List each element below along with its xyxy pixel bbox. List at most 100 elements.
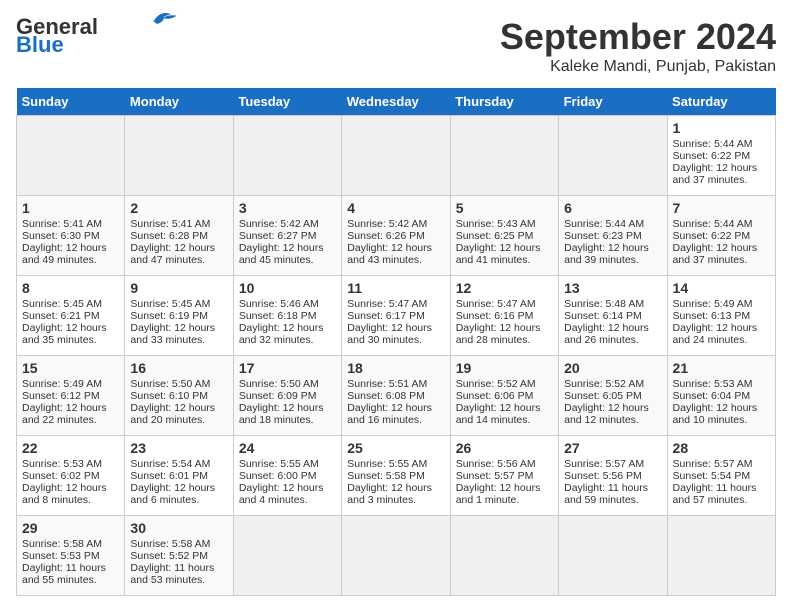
sunset: Sunset: 6:04 PM — [673, 390, 751, 402]
calendar-cell — [233, 116, 341, 196]
daylight: Daylight: 12 hours and 1 minute. — [456, 482, 541, 506]
sunrise: Sunrise: 5:55 AM — [239, 458, 319, 470]
day-number: 24 — [239, 440, 336, 456]
calendar-cell: 22Sunrise: 5:53 AMSunset: 6:02 PMDayligh… — [17, 436, 125, 516]
calendar-cell — [342, 516, 450, 596]
sunrise: Sunrise: 5:50 AM — [239, 378, 319, 390]
calendar-cell: 10Sunrise: 5:46 AMSunset: 6:18 PMDayligh… — [233, 276, 341, 356]
daylight: Daylight: 12 hours and 26 minutes. — [564, 322, 649, 346]
daylight: Daylight: 12 hours and 47 minutes. — [130, 242, 215, 266]
calendar-cell — [17, 116, 125, 196]
sunrise: Sunrise: 5:47 AM — [347, 298, 427, 310]
day-number: 17 — [239, 360, 336, 376]
calendar-cell: 5 Sunrise: 5:43 AMSunset: 6:25 PMDaylight… — [450, 196, 558, 276]
day-number: 12 — [456, 280, 553, 296]
sunrise: Sunrise: 5:41 AM — [22, 218, 102, 230]
day-number: 5 — [456, 200, 553, 216]
daylight: Daylight: 12 hours and 32 minutes. — [239, 322, 324, 346]
daylight: Daylight: 12 hours and 45 minutes. — [239, 242, 324, 266]
daylight: Daylight: 12 hours and 24 minutes. — [673, 322, 758, 346]
sunset: Sunset: 6:23 PM — [564, 230, 642, 242]
calendar-cell — [559, 516, 667, 596]
daylight: Daylight: 12 hours and 41 minutes. — [456, 242, 541, 266]
logo: General Blue — [16, 16, 178, 56]
calendar-cell — [125, 116, 233, 196]
calendar-cell: 7Sunrise: 5:44 AMSunset: 6:22 PMDaylight… — [667, 196, 775, 276]
col-header-tuesday: Tuesday — [233, 88, 341, 116]
sunrise: Sunrise: 5:45 AM — [22, 298, 102, 310]
week-row-6: 29Sunrise: 5:58 AMSunset: 5:53 PMDayligh… — [17, 516, 776, 596]
day-number: 3 — [239, 200, 336, 216]
col-header-monday: Monday — [125, 88, 233, 116]
sunset: Sunset: 5:58 PM — [347, 470, 425, 482]
day-number: 18 — [347, 360, 444, 376]
calendar-cell: 25Sunrise: 5:55 AMSunset: 5:58 PMDayligh… — [342, 436, 450, 516]
sunrise: Sunrise: 5:57 AM — [673, 458, 753, 470]
sunrise: Sunrise: 5:52 AM — [564, 378, 644, 390]
day-number: 9 — [130, 280, 227, 296]
daylight: Daylight: 11 hours and 55 minutes. — [22, 562, 106, 586]
day-number: 30 — [130, 520, 227, 536]
sunset: Sunset: 5:57 PM — [456, 470, 534, 482]
sunset: Sunset: 6:30 PM — [22, 230, 100, 242]
day-number: 16 — [130, 360, 227, 376]
header-row: SundayMondayTuesdayWednesdayThursdayFrid… — [17, 88, 776, 116]
sunrise: Sunrise: 5:47 AM — [456, 298, 536, 310]
daylight: Daylight: 12 hours and 6 minutes. — [130, 482, 215, 506]
daylight: Daylight: 12 hours and 10 minutes. — [673, 402, 758, 426]
col-header-saturday: Saturday — [667, 88, 775, 116]
sunrise: Sunrise: 5:49 AM — [673, 298, 753, 310]
calendar-cell: 21Sunrise: 5:53 AMSunset: 6:04 PMDayligh… — [667, 356, 775, 436]
sunrise: Sunrise: 5:55 AM — [347, 458, 427, 470]
calendar-cell: 13Sunrise: 5:48 AMSunset: 6:14 PMDayligh… — [559, 276, 667, 356]
sunset: Sunset: 5:54 PM — [673, 470, 751, 482]
daylight: Daylight: 12 hours and 37 minutes. — [673, 242, 758, 266]
calendar-cell: 20Sunrise: 5:52 AMSunset: 6:05 PMDayligh… — [559, 356, 667, 436]
sunset: Sunset: 6:02 PM — [22, 470, 100, 482]
calendar-cell — [559, 116, 667, 196]
sunrise: Sunrise: 5:43 AM — [456, 218, 536, 230]
sunset: Sunset: 5:56 PM — [564, 470, 642, 482]
sunrise: Sunrise: 5:44 AM — [673, 138, 753, 150]
sunset: Sunset: 6:01 PM — [130, 470, 208, 482]
sunrise: Sunrise: 5:46 AM — [239, 298, 319, 310]
daylight: Daylight: 12 hours and 33 minutes. — [130, 322, 215, 346]
daylight: Daylight: 12 hours and 20 minutes. — [130, 402, 215, 426]
daylight: Daylight: 12 hours and 43 minutes. — [347, 242, 432, 266]
daylight: Daylight: 12 hours and 18 minutes. — [239, 402, 324, 426]
sunset: Sunset: 6:13 PM — [673, 310, 751, 322]
day-number: 21 — [673, 360, 770, 376]
calendar-cell: 12Sunrise: 5:47 AMSunset: 6:16 PMDayligh… — [450, 276, 558, 356]
day-number: 23 — [130, 440, 227, 456]
sunset: Sunset: 6:25 PM — [456, 230, 534, 242]
sunrise: Sunrise: 5:42 AM — [239, 218, 319, 230]
daylight: Daylight: 12 hours and 14 minutes. — [456, 402, 541, 426]
day-number: 2 — [130, 200, 227, 216]
sunrise: Sunrise: 5:44 AM — [564, 218, 644, 230]
logo-blue: Blue — [16, 34, 64, 56]
day-number: 11 — [347, 280, 444, 296]
sunset: Sunset: 6:18 PM — [239, 310, 317, 322]
sunrise: Sunrise: 5:58 AM — [22, 538, 102, 550]
sunset: Sunset: 6:09 PM — [239, 390, 317, 402]
calendar-cell — [667, 516, 775, 596]
calendar-cell: 30Sunrise: 5:58 AMSunset: 5:52 PMDayligh… — [125, 516, 233, 596]
daylight: Daylight: 12 hours and 4 minutes. — [239, 482, 324, 506]
calendar-cell: 1Sunrise: 5:41 AMSunset: 6:30 PMDaylight… — [17, 196, 125, 276]
calendar-cell: 2Sunrise: 5:41 AMSunset: 6:28 PMDaylight… — [125, 196, 233, 276]
calendar-cell — [233, 516, 341, 596]
calendar-cell: 27Sunrise: 5:57 AMSunset: 5:56 PMDayligh… — [559, 436, 667, 516]
sunrise: Sunrise: 5:50 AM — [130, 378, 210, 390]
day-number: 1 — [22, 200, 119, 216]
week-row-4: 15Sunrise: 5:49 AMSunset: 6:12 PMDayligh… — [17, 356, 776, 436]
daylight: Daylight: 12 hours and 22 minutes. — [22, 402, 107, 426]
sunset: Sunset: 6:27 PM — [239, 230, 317, 242]
title-block: September 2024 Kaleke Mandi, Punjab, Pak… — [500, 16, 776, 76]
sunset: Sunset: 6:00 PM — [239, 470, 317, 482]
sunset: Sunset: 6:21 PM — [22, 310, 100, 322]
sunrise: Sunrise: 5:45 AM — [130, 298, 210, 310]
daylight: Daylight: 12 hours and 16 minutes. — [347, 402, 432, 426]
day-number: 26 — [456, 440, 553, 456]
daylight: Daylight: 12 hours and 39 minutes. — [564, 242, 649, 266]
day-number: 14 — [673, 280, 770, 296]
